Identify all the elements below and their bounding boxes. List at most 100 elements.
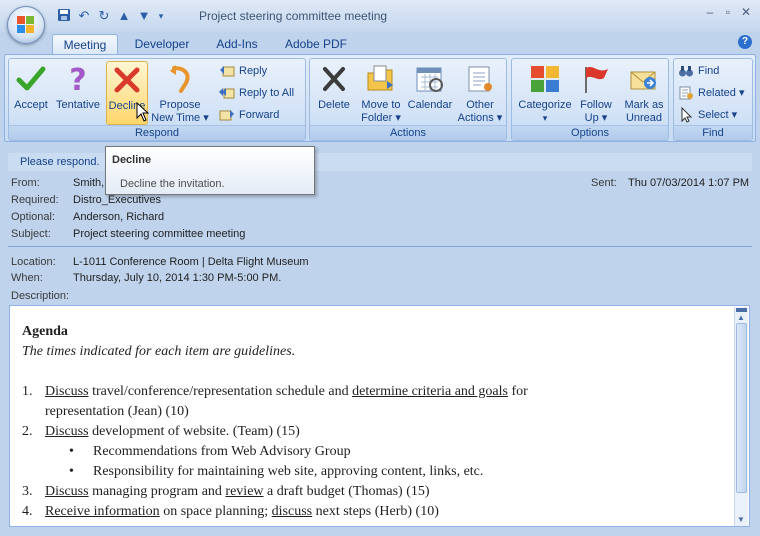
list-text: development of website. (Team) (15) <box>88 424 300 439</box>
scroll-up-icon[interactable]: ▲ <box>737 313 745 322</box>
find-group-label: Find <box>674 125 752 140</box>
reply-icon <box>219 63 235 79</box>
categorize-label: Categorize <box>518 99 572 111</box>
list-text: discuss <box>271 504 313 519</box>
tab-add-ins[interactable]: Add-Ins <box>206 34 268 55</box>
propose-label-2: New Time ▾ <box>151 112 209 124</box>
calendar-icon <box>414 63 446 95</box>
categorize-dropdown-icon: ▾ <box>542 113 548 123</box>
sub-list-text: Responsibility for maintaining web site,… <box>93 464 484 479</box>
group-options: Categorize ▾ Follow Up ▾ Mark as Unread … <box>511 58 669 141</box>
reply-all-button[interactable]: Reply to All <box>219 83 294 103</box>
calendar-label: Calendar <box>407 99 453 111</box>
sub-list-item: • Responsibility for maintaining web sit… <box>22 462 722 482</box>
window-controls: – ▫ ✕ <box>702 4 754 20</box>
office-button[interactable] <box>7 6 45 44</box>
mark-as-unread-button[interactable]: Mark as Unread <box>620 61 668 125</box>
list-item: 1. Discuss travel/conference/representat… <box>22 382 722 422</box>
decline-tooltip: Decline Decline the invitation. <box>105 146 315 195</box>
list-number: 4. <box>22 504 33 519</box>
message-body[interactable]: Agenda The times indicated for each item… <box>9 305 750 527</box>
follow-up-label-1: Follow <box>580 99 612 111</box>
options-group-label: Options <box>512 125 668 140</box>
follow-up-button[interactable]: Follow Up ▾ <box>576 61 616 125</box>
optional-value[interactable]: Anderson, Richard <box>73 211 164 223</box>
list-item: 4. Receive information on space planning… <box>22 502 722 522</box>
window-title: Project steering committee meeting <box>199 9 388 23</box>
close-icon[interactable]: ✕ <box>738 4 754 20</box>
scroll-down-icon[interactable]: ▼ <box>737 515 745 524</box>
previous-item-icon[interactable]: ▲ <box>116 8 132 24</box>
group-respond: Accept ? Tentative Decline Propose New T… <box>8 58 306 141</box>
list-item: 2. Discuss development of website. (Team… <box>22 422 722 442</box>
subject-value: Project steering committee meeting <box>73 228 246 240</box>
other-actions-button[interactable]: Other Actions ▾ <box>456 61 504 125</box>
forward-button[interactable]: Forward <box>219 105 279 125</box>
related-icon <box>678 85 694 101</box>
split-handle[interactable] <box>736 308 747 312</box>
agenda-intro: The times indicated for each item are gu… <box>22 344 296 359</box>
redo-icon[interactable]: ↻ <box>96 8 112 24</box>
help-icon[interactable]: ? <box>738 35 752 49</box>
svg-text:?: ? <box>69 63 86 95</box>
x-mark-icon <box>111 64 143 96</box>
select-button[interactable]: Select ▾ <box>678 105 737 125</box>
list-text: review <box>225 484 264 499</box>
forward-icon <box>219 107 235 123</box>
undo-icon[interactable]: ↶ <box>76 8 92 24</box>
maximize-icon[interactable]: ▫ <box>720 4 736 20</box>
related-button[interactable]: Related ▾ <box>678 83 745 103</box>
list-number: 1. <box>22 384 33 399</box>
categorize-button[interactable]: Categorize ▾ <box>515 61 575 125</box>
customize-qat-icon[interactable]: ▾ <box>156 8 166 24</box>
tentative-button[interactable]: ? Tentative <box>53 61 103 112</box>
list-number: 2. <box>22 424 33 439</box>
tentative-label: Tentative <box>55 99 101 111</box>
from-label: From: <box>11 177 40 189</box>
delete-button[interactable]: Delete <box>312 61 356 112</box>
title-bar: ↶ ↻ ▲ ▼ ▾ Project steering committee mee… <box>0 0 760 32</box>
mark-label-1: Mark as <box>624 99 664 111</box>
next-item-icon[interactable]: ▼ <box>136 8 152 24</box>
respond-group-label: Respond <box>9 125 305 140</box>
sub-list-item: • Recommendations from Web Advisory Grou… <box>22 442 722 462</box>
from-value[interactable]: Smith, <box>73 177 104 189</box>
list-text-continued: representation (Jean) (10) <box>45 404 189 419</box>
bullet-icon: • <box>69 444 74 459</box>
office-logo-icon <box>17 16 35 34</box>
calendar-button[interactable]: Calendar <box>406 61 454 112</box>
sub-list-text: Recommendations from Web Advisory Group <box>93 444 351 459</box>
propose-label-1: Propose <box>159 99 201 111</box>
propose-new-time-button[interactable]: Propose New Time ▾ <box>151 61 209 125</box>
binoculars-icon <box>678 63 694 79</box>
required-label: Required: <box>11 194 59 206</box>
move-to-folder-button[interactable]: Move to Folder ▾ <box>358 61 404 125</box>
minimize-icon[interactable]: – <box>702 4 718 20</box>
follow-up-label-2: Up ▾ <box>584 112 608 124</box>
find-button[interactable]: Find <box>678 61 719 81</box>
list-text: Receive information <box>45 504 160 519</box>
other-actions-icon <box>464 63 496 95</box>
location-label: Location: <box>11 256 56 268</box>
tab-adobe-pdf[interactable]: Adobe PDF <box>276 34 356 55</box>
list-text: determine criteria and goals <box>352 384 508 399</box>
accept-label: Accept <box>14 99 48 111</box>
pointer-icon <box>678 106 694 123</box>
reply-button[interactable]: Reply <box>219 61 267 81</box>
question-mark-icon: ? <box>62 63 94 98</box>
accept-button[interactable]: Accept <box>11 61 51 112</box>
list-text: Discuss <box>45 424 89 439</box>
list-text: Discuss <box>45 384 89 399</box>
group-actions: Delete Move to Folder ▾ Calendar Other A… <box>309 58 507 141</box>
tab-developer[interactable]: Developer <box>126 34 198 55</box>
tab-meeting[interactable]: Meeting <box>52 34 118 55</box>
required-value[interactable]: Distro_Executives <box>73 194 161 206</box>
when-label: When: <box>11 272 43 284</box>
scroll-thumb[interactable] <box>736 323 747 493</box>
vertical-scrollbar[interactable]: ▲ ▼ <box>734 307 748 526</box>
header-separator <box>8 246 752 247</box>
list-number: 3. <box>22 484 33 499</box>
list-text: next steps (Herb) (10) <box>312 504 439 519</box>
save-icon[interactable] <box>56 8 72 24</box>
list-item: 3. Discuss managing program and review a… <box>22 482 722 502</box>
